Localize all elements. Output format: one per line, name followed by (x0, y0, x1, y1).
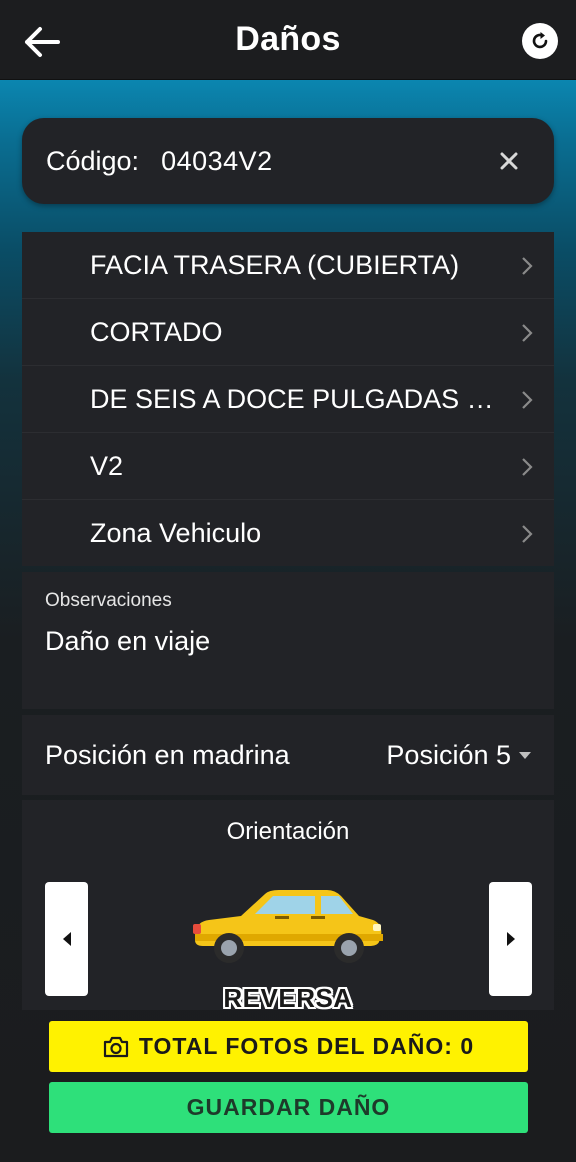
orientation-next-button[interactable] (489, 882, 532, 996)
list-item-label: Zona Vehiculo (90, 518, 262, 548)
clear-code-button[interactable] (492, 144, 526, 178)
list-item-label: CORTADO (90, 316, 223, 347)
photos-button[interactable]: TOTAL FOTOS DEL DAÑO: 0 (49, 1021, 528, 1072)
refresh-button[interactable] (522, 23, 558, 59)
refresh-icon (532, 32, 548, 49)
position-row: Posición en madrina Posición 5 (22, 715, 554, 795)
damage-severity-item[interactable]: V2 (22, 433, 554, 500)
orientation-card: Orientación REVERSA (22, 800, 554, 1010)
save-damage-button[interactable]: GUARDAR DAÑO (49, 1082, 528, 1133)
caret-left-icon (62, 932, 71, 946)
damage-type-item[interactable]: CORTADO (22, 299, 554, 366)
vehicle-zone-item[interactable]: Zona Vehiculo (22, 500, 554, 567)
list-item-label: DE SEIS A DOCE PULGADAS 6 A 12 (90, 383, 500, 414)
chevron-right-icon (522, 391, 533, 409)
caret-down-icon (519, 751, 531, 759)
chevron-right-icon (522, 257, 533, 275)
observations-label: Observaciones (45, 590, 172, 611)
car-image (193, 890, 383, 963)
orientation-value: REVERSA (223, 983, 353, 1010)
orientation-prev-button[interactable] (45, 882, 88, 996)
caret-right-icon (506, 932, 515, 946)
app-bar: Daños (0, 0, 576, 80)
camera-icon (103, 1036, 128, 1057)
chevron-right-icon (522, 324, 533, 342)
orientation-title: Orientación (226, 818, 350, 845)
observations-field[interactable]: Observaciones Daño en viaje (22, 572, 554, 709)
code-card: Código: 04034V2 (22, 118, 554, 204)
close-icon (500, 152, 518, 170)
content-area: Código: 04034V2 FACIA TRASERA (CUBIERTA)… (0, 80, 576, 1162)
photos-button-label: TOTAL FOTOS DEL DAÑO: 0 (138, 1033, 475, 1059)
observations-value: Daño en viaje (45, 626, 211, 656)
position-label: Posición en madrina (45, 739, 290, 770)
damage-part-item[interactable]: FACIA TRASERA (CUBIERTA) (22, 232, 554, 299)
code-label: Código: (46, 145, 140, 176)
list-item-label: FACIA TRASERA (CUBIERTA) (90, 249, 460, 280)
page-title: Daños (235, 20, 341, 58)
position-dropdown[interactable]: Posición 5 (386, 740, 531, 771)
damage-detail-list: FACIA TRASERA (CUBIERTA) CORTADO DE SEIS… (22, 232, 554, 566)
chevron-right-icon (522, 458, 533, 476)
position-selected-value: Posición 5 (386, 739, 511, 770)
code-value: 04034V2 (161, 145, 273, 176)
chevron-right-icon (522, 525, 533, 543)
save-button-label: GUARDAR DAÑO (186, 1094, 391, 1120)
damage-size-item[interactable]: DE SEIS A DOCE PULGADAS 6 A 12 (22, 366, 554, 433)
list-item-label: V2 (90, 450, 124, 481)
